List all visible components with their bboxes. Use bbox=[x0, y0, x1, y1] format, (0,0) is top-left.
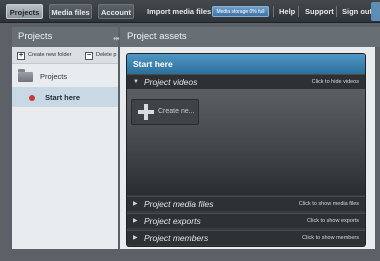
panel-title: Start here bbox=[127, 54, 365, 74]
projects-toolbar: + Create new folder − Delete p bbox=[12, 47, 118, 64]
folder-icon bbox=[18, 69, 33, 82]
start-here-panel: Start here ▼ Project videos Click to hid… bbox=[126, 53, 366, 247]
folder-label[interactable]: Projects bbox=[40, 72, 67, 81]
section-project-videos[interactable]: ▼ Project videos Click to hide videos bbox=[127, 74, 365, 89]
import-media-files-link[interactable]: Import media files bbox=[147, 5, 211, 18]
delete-project-label: Delete p bbox=[96, 52, 117, 58]
section-title: Project media files bbox=[144, 199, 214, 209]
create-folder-label: Create new folder bbox=[28, 52, 72, 58]
section-project-members[interactable]: ▶ Project members Click to show members bbox=[127, 230, 365, 245]
corner-button[interactable] bbox=[371, 2, 380, 21]
sign-out-link[interactable]: Sign out bbox=[342, 5, 372, 18]
tab-media-files[interactable]: Media files bbox=[49, 4, 92, 19]
section-hint[interactable]: Click to hide videos bbox=[312, 75, 359, 90]
chevron-right-icon: ▶ bbox=[133, 235, 138, 241]
status-dot-icon bbox=[29, 95, 35, 101]
chevron-right-icon: ▶ bbox=[133, 201, 138, 207]
nav-separator bbox=[273, 6, 274, 17]
help-link[interactable]: Help bbox=[279, 5, 295, 18]
section-hint[interactable]: Click to show exports bbox=[307, 214, 359, 229]
tab-projects[interactable]: Projects bbox=[6, 4, 43, 19]
support-link[interactable]: Support bbox=[305, 5, 334, 18]
plus-icon bbox=[138, 104, 154, 120]
projects-pane: Projects + Create new folder − Delete p Pr… bbox=[12, 27, 118, 249]
plus-icon: + bbox=[17, 52, 25, 60]
storage-badge: Media storage 0% full bbox=[212, 6, 269, 17]
create-folder-button[interactable]: + Create new folder bbox=[17, 50, 71, 61]
videos-area: Create ne... bbox=[127, 89, 365, 195]
project-assets-title: Project assets bbox=[120, 27, 380, 47]
section-title: Project members bbox=[144, 233, 209, 243]
nav-separator bbox=[298, 6, 299, 17]
delete-project-button[interactable]: − Delete p bbox=[85, 50, 117, 61]
create-new-video-button[interactable]: Create ne... bbox=[131, 99, 199, 125]
chevron-down-icon: ▼ bbox=[133, 79, 139, 85]
chevron-right-icon: ▶ bbox=[133, 218, 138, 224]
section-project-exports[interactable]: ▶ Project exports Click to show exports bbox=[127, 213, 365, 228]
nav-separator bbox=[336, 6, 337, 17]
section-title: Project exports bbox=[144, 216, 201, 226]
section-title: Project videos bbox=[144, 77, 198, 87]
project-item-label[interactable]: Start here bbox=[45, 93, 80, 102]
section-hint[interactable]: Click to show members bbox=[302, 231, 359, 246]
projects-pane-title: Projects bbox=[12, 27, 118, 47]
minus-icon: − bbox=[85, 52, 93, 60]
section-project-media-files[interactable]: ▶ Project media files Click to show medi… bbox=[127, 196, 365, 211]
pane-resize-handle-icon[interactable]: ⇹ bbox=[113, 34, 120, 43]
tab-account[interactable]: Account bbox=[98, 4, 134, 19]
section-hint[interactable]: Click to show media files bbox=[299, 197, 359, 212]
create-new-label: Create ne... bbox=[158, 108, 195, 115]
top-nav-bar: Projects Media files Account Import medi… bbox=[0, 0, 380, 23]
